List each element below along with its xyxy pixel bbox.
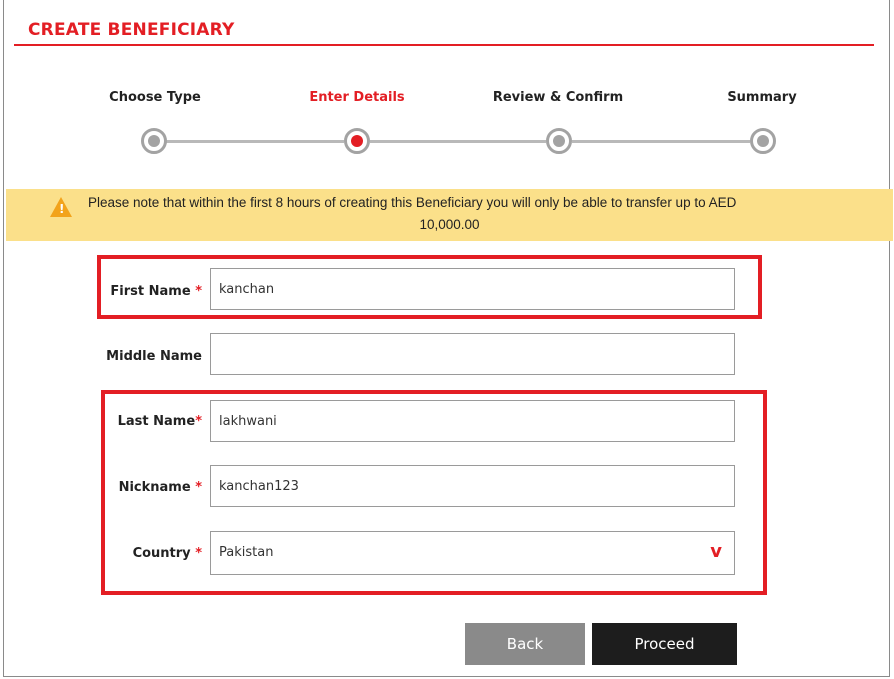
last-name-label: Last Name* xyxy=(117,414,202,429)
middle-name-label: Middle Name xyxy=(106,349,202,364)
middle-name-input[interactable] xyxy=(210,333,735,375)
page-header: CREATE BENEFICIARY xyxy=(14,0,874,46)
page-title: CREATE BENEFICIARY xyxy=(28,20,235,40)
notice-text-line2: 10,000.00 xyxy=(419,217,480,232)
step-circle-summary xyxy=(750,128,776,154)
notice-text-line1: Please note that within the first 8 hour… xyxy=(88,195,737,210)
country-label: Country * xyxy=(132,546,202,561)
transfer-limit-notice: ! Please note that within the first 8 ho… xyxy=(6,189,893,241)
country-selected-value: Pakistan xyxy=(219,545,274,560)
first-name-label: First Name * xyxy=(110,284,202,299)
required-marker: * xyxy=(195,414,202,429)
step-circle-choose-type xyxy=(141,128,167,154)
step-circle-review-confirm xyxy=(546,128,572,154)
required-marker: * xyxy=(195,480,202,495)
chevron-down-icon[interactable]: v xyxy=(710,541,722,562)
first-name-input[interactable] xyxy=(210,268,735,310)
step-label-enter-details: Enter Details xyxy=(309,90,405,105)
required-marker: * xyxy=(195,546,202,561)
proceed-button[interactable]: Proceed xyxy=(592,623,737,665)
step-label-review-confirm: Review & Confirm xyxy=(492,90,624,105)
country-select[interactable]: Pakistan v xyxy=(210,531,735,575)
nickname-input[interactable] xyxy=(210,465,735,507)
back-button[interactable]: Back xyxy=(465,623,585,665)
nickname-label: Nickname * xyxy=(118,480,202,495)
last-name-input[interactable] xyxy=(210,400,735,442)
step-connector xyxy=(166,140,344,143)
step-connector xyxy=(370,140,546,143)
step-label-choose-type: Choose Type xyxy=(109,90,201,105)
warning-icon: ! xyxy=(50,197,72,217)
required-marker: * xyxy=(195,284,202,299)
step-label-summary: Summary xyxy=(727,90,797,105)
step-circle-enter-details xyxy=(344,128,370,154)
step-connector xyxy=(572,140,750,143)
